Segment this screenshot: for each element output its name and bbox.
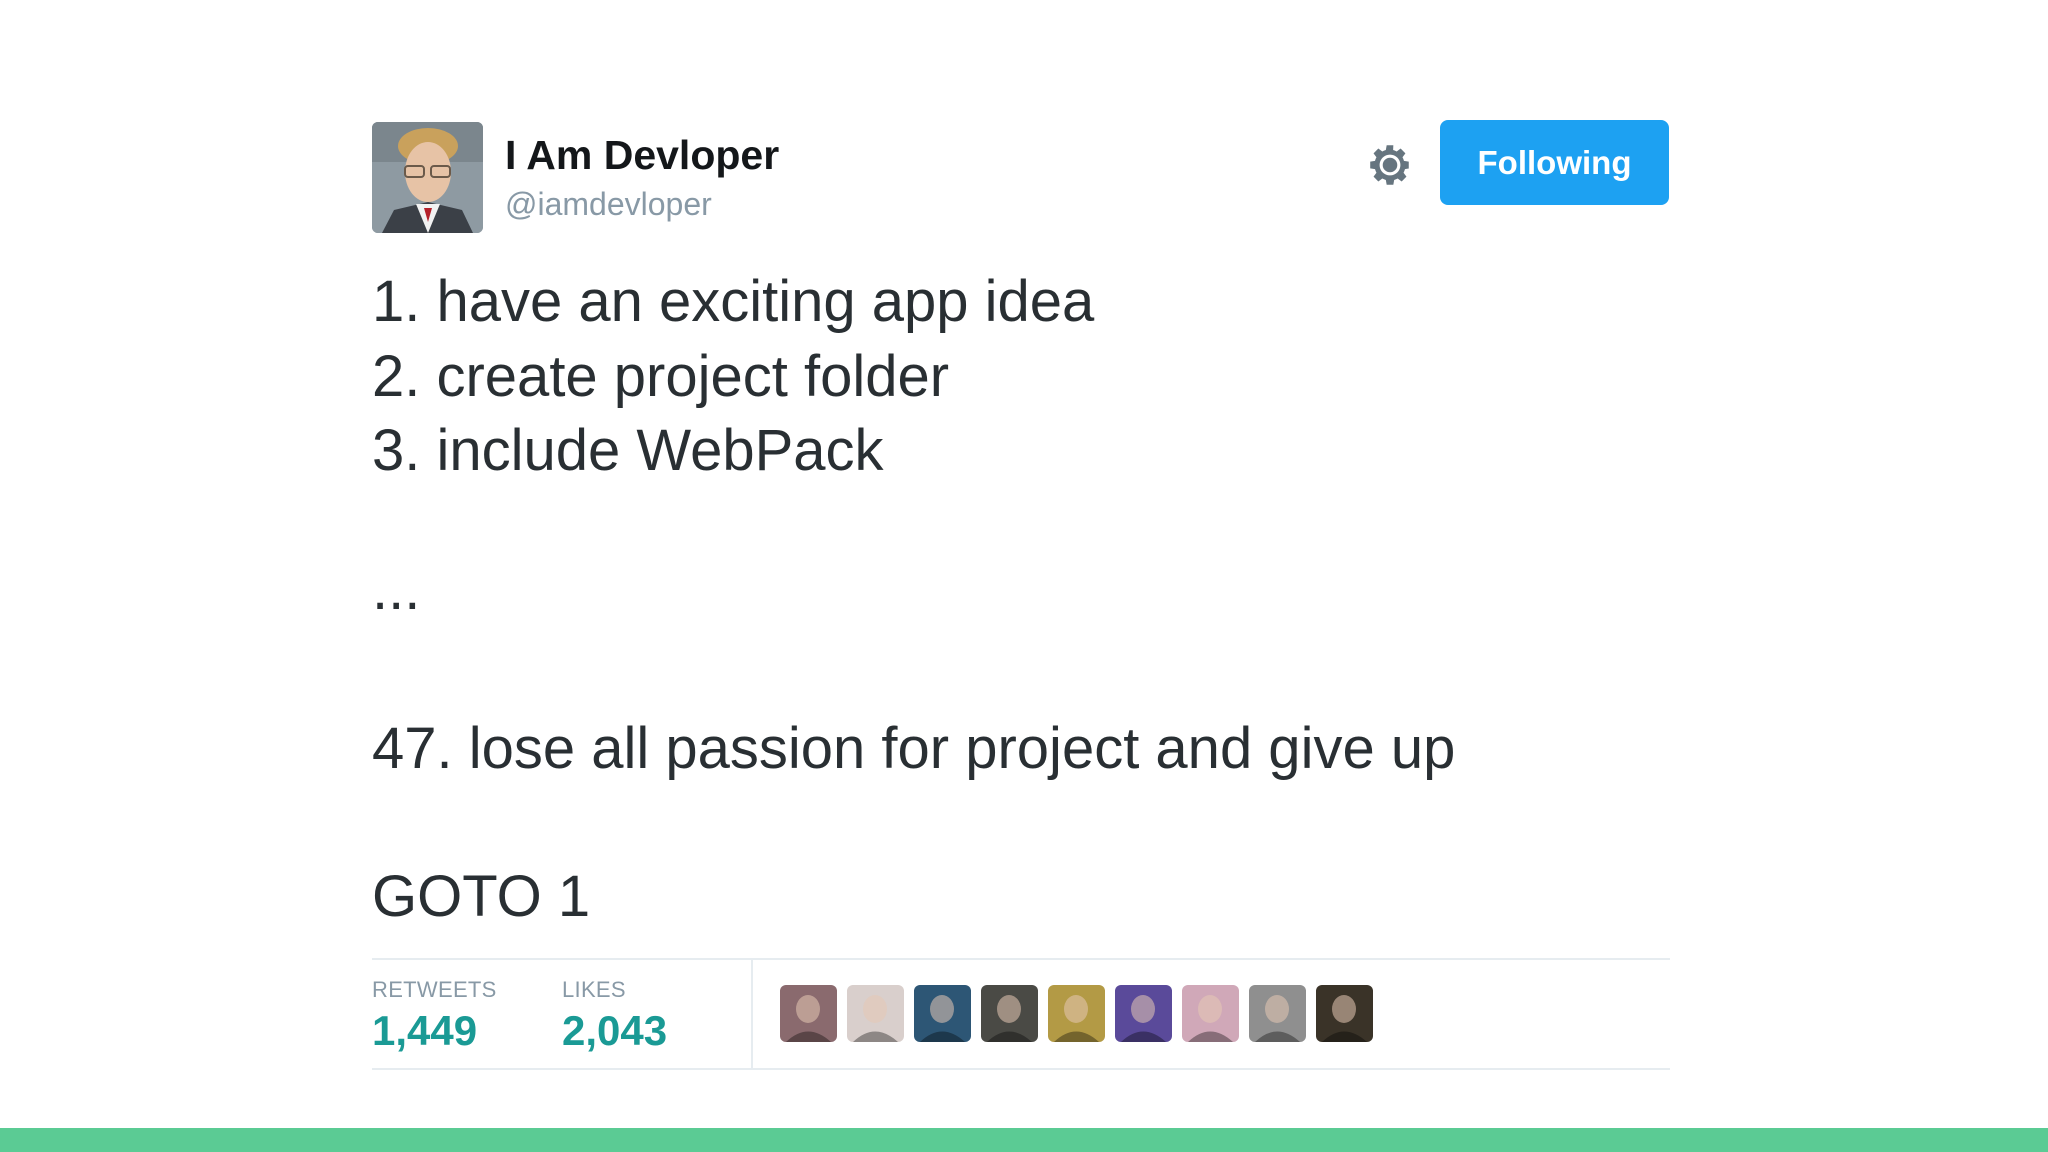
tweet-line-2: 2. create project folder <box>372 344 950 409</box>
liker-avatar-8[interactable] <box>1249 985 1306 1042</box>
liker-avatar-9[interactable] <box>1316 985 1373 1042</box>
tweet-line-3: 3. include WebPack <box>372 418 884 483</box>
liker-avatar-1[interactable] <box>780 985 837 1042</box>
likes-count: 2,043 <box>562 1007 668 1054</box>
tweet-line-47: 47. lose all passion for project and giv… <box>372 716 1456 781</box>
bottom-accent-bar <box>0 1128 2048 1152</box>
author-display-name[interactable]: I Am Devloper <box>505 132 779 179</box>
retweets-label: RETWEETS <box>372 977 497 1002</box>
author-handle[interactable]: @iamdevloper <box>505 186 712 223</box>
author-avatar[interactable] <box>372 122 483 233</box>
stats-vertical-divider <box>751 959 753 1069</box>
retweets-count: 1,449 <box>372 1007 478 1054</box>
liker-avatar-6[interactable] <box>1115 985 1172 1042</box>
gear-icon[interactable] <box>1365 140 1415 190</box>
tweet-line-1: 1. have an exciting app idea <box>372 269 1095 334</box>
liker-avatar-3[interactable] <box>914 985 971 1042</box>
tweet-line-goto: GOTO 1 <box>372 864 591 929</box>
likes-label: LIKES <box>562 977 626 1002</box>
stats-bottom-divider <box>372 1068 1670 1070</box>
tweet-line-ellipsis: ... <box>372 557 421 622</box>
liker-avatar-2[interactable] <box>847 985 904 1042</box>
likes-stat[interactable]: LIKES 2,043 <box>562 977 667 1055</box>
liker-avatar-7[interactable] <box>1182 985 1239 1042</box>
retweets-stat[interactable]: RETWEETS 1,449 <box>372 977 497 1055</box>
profile-photo-icon <box>372 122 483 233</box>
stats-top-divider <box>372 958 1670 960</box>
tweet-card: I Am Devloper @iamdevloper Following 1. … <box>372 120 1670 1070</box>
following-button[interactable]: Following <box>1440 120 1669 205</box>
liker-avatar-4[interactable] <box>981 985 1038 1042</box>
liker-avatar-5[interactable] <box>1048 985 1105 1042</box>
